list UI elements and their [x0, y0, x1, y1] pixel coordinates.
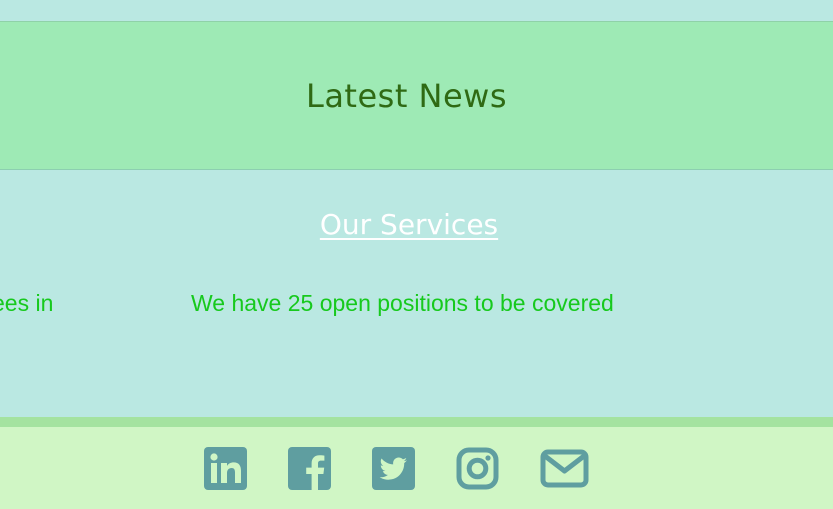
footer	[0, 417, 833, 509]
facebook-icon[interactable]	[288, 447, 331, 491]
social-icons	[0, 447, 833, 493]
latest-news-heading: Latest News	[305, 76, 508, 115]
page: Latest News Our Services ees in We have …	[0, 0, 833, 509]
instagram-icon[interactable]	[456, 447, 499, 491]
service-item-previous: ees in	[0, 290, 54, 316]
mail-icon[interactable]	[540, 447, 589, 491]
service-item-current: We have 25 open positions to be covered	[191, 290, 614, 316]
our-services-link[interactable]: Our Services	[0, 208, 818, 241]
services-section: Our Services ees in We have 25 open posi…	[0, 170, 833, 417]
linkedin-icon[interactable]	[204, 447, 247, 491]
twitter-icon[interactable]	[372, 447, 415, 491]
top-strip	[0, 0, 833, 22]
latest-news-section: Latest News	[0, 22, 833, 170]
